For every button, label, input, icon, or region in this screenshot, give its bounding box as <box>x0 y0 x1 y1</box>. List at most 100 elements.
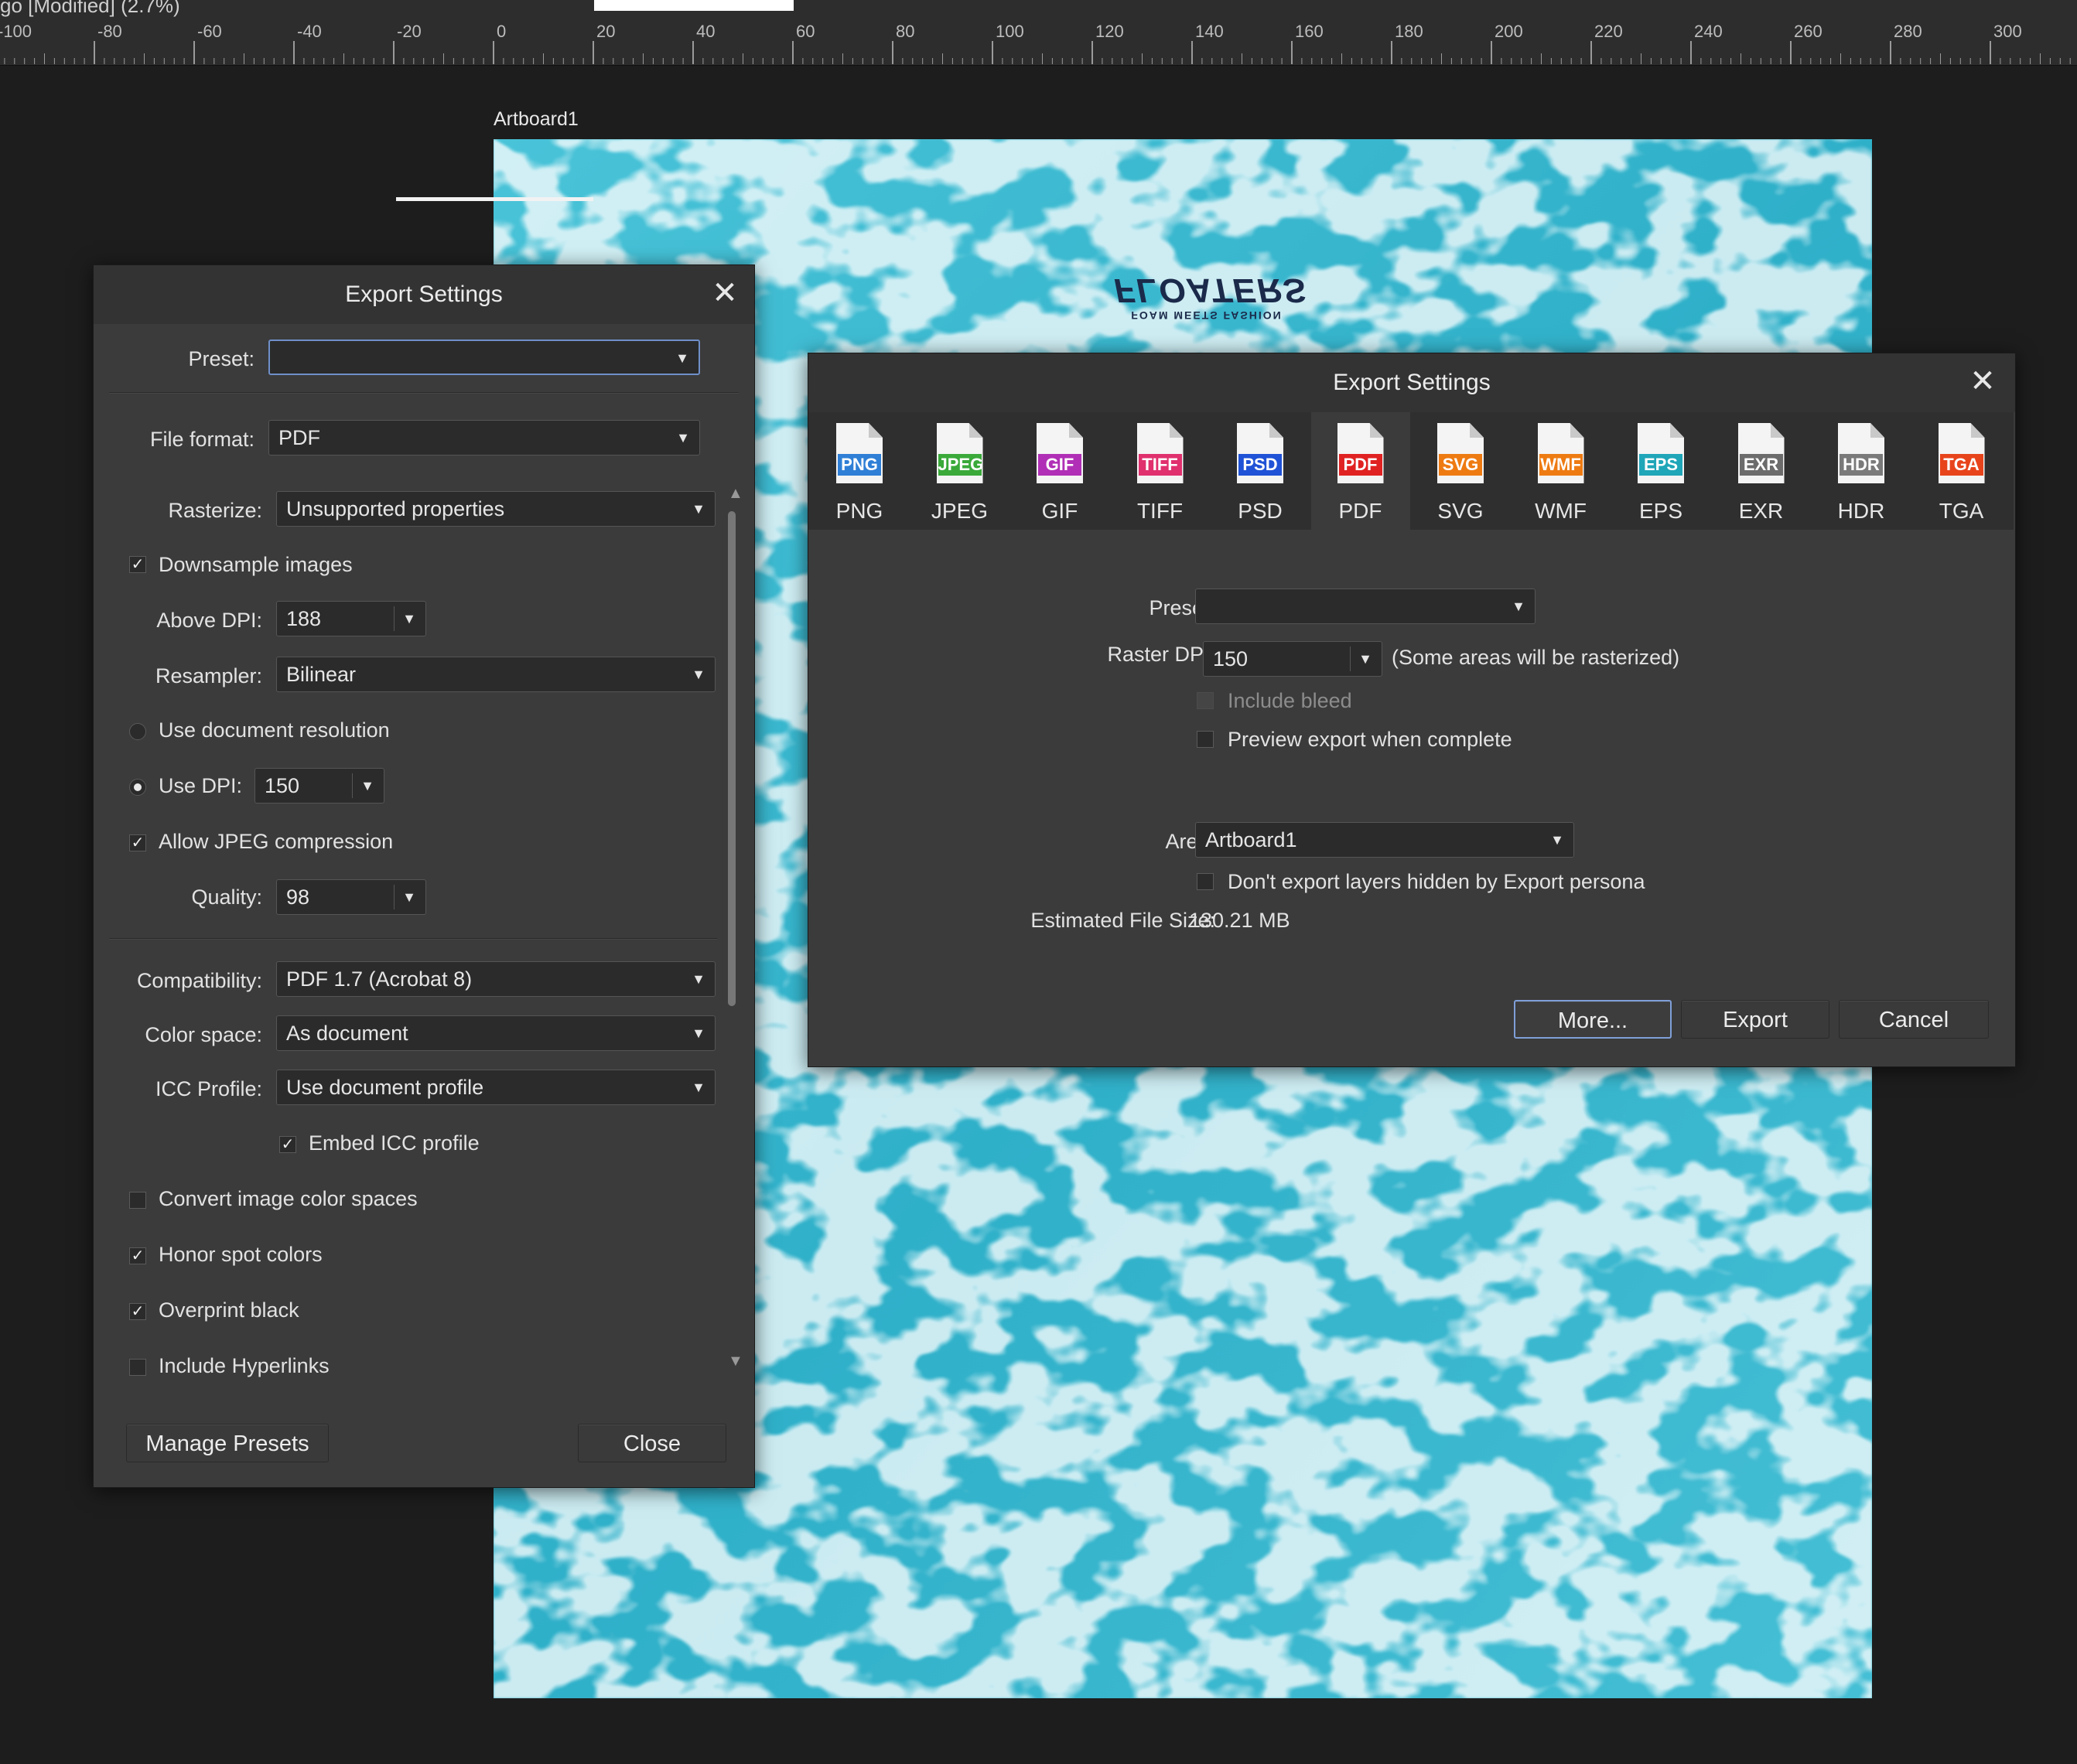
allow-jpeg-checkbox[interactable]: ✓ <box>129 834 146 851</box>
embed-icc-checkbox[interactable]: ✓ <box>279 1136 296 1153</box>
ruler-label: 60 <box>796 22 815 41</box>
format-tab-label: JPEG <box>931 499 989 523</box>
format-tab-label: WMF <box>1535 499 1587 523</box>
format-badge: WMF <box>1539 454 1583 476</box>
chevron-down-icon: ▼ <box>692 1080 705 1095</box>
format-tab-label: PDF <box>1338 499 1382 523</box>
use-dpi-combo[interactable]: 150 ▼ <box>255 768 384 804</box>
use-document-resolution-radio[interactable] <box>129 723 146 740</box>
format-tab-pdf[interactable]: PDF PDF <box>1310 412 1410 530</box>
scrollbar-thumb[interactable] <box>728 511 736 1006</box>
format-badge: EXR <box>1739 454 1783 476</box>
honor-spot-colors-checkbox[interactable]: ✓ <box>129 1247 146 1264</box>
document-title: go [Modified] (2.7%) <box>0 0 180 17</box>
area-dropdown[interactable]: Artboard1 ▼ <box>1195 822 1574 858</box>
raster-dpi-combo[interactable]: 150 ▼ <box>1203 641 1382 677</box>
ruler-label: -40 <box>297 22 322 41</box>
chevron-down-icon: ▼ <box>675 350 689 366</box>
format-tab-label: TIFF <box>1136 499 1184 523</box>
downsample-label: Downsample images <box>159 553 353 576</box>
resampler-label: Resampler: <box>155 664 262 688</box>
more-button[interactable]: More... <box>1514 1000 1672 1039</box>
eps-file-icon: EPS <box>1638 423 1684 483</box>
artboard-label[interactable]: Artboard1 <box>494 108 579 131</box>
ruler-label: 280 <box>1894 22 1922 41</box>
export-settings-dialog: Export Settings ✕ PNG PNG JPEG JPEG GIF GIF TI… <box>808 353 2016 1067</box>
format-tabs: PNG PNG JPEG JPEG GIF GIF TIFF TIFF PSD PSD PDF PDF… <box>808 412 2014 530</box>
chevron-down-icon: ▼ <box>360 778 374 793</box>
format-tab-gif[interactable]: GIF GIF <box>1010 412 1109 530</box>
brand-logo: FOAM MEETS FASHION FLOATERS <box>1114 260 1307 322</box>
close-button[interactable]: Close <box>578 1424 726 1462</box>
ruler-label: -80 <box>97 22 122 41</box>
format-tab-wmf[interactable]: WMF WMF <box>1512 412 1611 530</box>
include-hyperlinks-checkbox[interactable] <box>129 1359 146 1376</box>
format-tab-svg[interactable]: SVG SVG <box>1411 412 1510 530</box>
format-tab-jpeg[interactable]: JPEG JPEG <box>910 412 1009 530</box>
preset-dropdown[interactable]: ▼ <box>268 339 700 375</box>
icc-profile-dropdown[interactable]: Use document profile ▼ <box>276 1070 716 1105</box>
chevron-down-icon: ▼ <box>1550 832 1564 848</box>
downsample-checkbox[interactable]: ✓ <box>129 556 146 573</box>
ruler-label: 220 <box>1594 22 1623 41</box>
format-tab-hdr[interactable]: HDR HDR <box>1812 412 1911 530</box>
compatibility-dropdown[interactable]: PDF 1.7 (Acrobat 8) ▼ <box>276 961 716 997</box>
chevron-down-icon: ▼ <box>676 430 690 445</box>
use-document-resolution-label: Use document resolution <box>159 718 390 742</box>
overprint-black-label: Overprint black <box>159 1298 299 1322</box>
preset-dropdown[interactable]: ▼ <box>1195 589 1536 624</box>
ruler-label: 200 <box>1495 22 1523 41</box>
pdf-file-icon: PDF <box>1337 423 1384 483</box>
use-dpi-label: Use DPI: <box>159 774 243 797</box>
format-badge: SVG <box>1439 454 1482 476</box>
ruler-label: 80 <box>896 22 914 41</box>
svg-file-icon: SVG <box>1437 423 1484 483</box>
color-space-dropdown[interactable]: As document ▼ <box>276 1015 716 1051</box>
preview-export-checkbox[interactable] <box>1197 731 1214 748</box>
above-dpi-combo[interactable]: 188 ▼ <box>276 601 426 636</box>
file-format-dropdown[interactable]: PDF ▼ <box>268 420 700 456</box>
format-tab-psd[interactable]: PSD PSD <box>1211 412 1310 530</box>
cancel-button[interactable]: Cancel <box>1839 1000 1989 1039</box>
hdr-file-icon: HDR <box>1838 423 1884 483</box>
guide-line <box>396 197 593 201</box>
format-tab-png[interactable]: PNG PNG <box>810 412 909 530</box>
format-badge: PSD <box>1238 454 1282 476</box>
close-icon[interactable]: ✕ <box>1964 363 2001 400</box>
format-tab-eps[interactable]: EPS EPS <box>1611 412 1710 530</box>
include-bleed-checkbox[interactable] <box>1197 692 1214 709</box>
chevron-down-icon: ▼ <box>1512 599 1525 614</box>
raster-note: (Some areas will be rasterized) <box>1392 646 1680 669</box>
include-bleed-label: Include bleed <box>1228 689 1352 712</box>
use-dpi-radio[interactable] <box>129 779 146 796</box>
format-tab-label: PSD <box>1238 499 1283 523</box>
chevron-down-icon: ▼ <box>692 501 705 517</box>
close-icon[interactable]: ✕ <box>706 275 743 312</box>
icc-profile-label: ICC Profile: <box>155 1077 262 1100</box>
format-tab-tga[interactable]: TGA TGA <box>1912 412 2011 530</box>
hidden-layers-label: Don't export layers hidden by Export per… <box>1228 870 1645 893</box>
psd-file-icon: PSD <box>1237 423 1283 483</box>
format-tab-label: TGA <box>1939 499 1984 523</box>
format-badge: HDR <box>1840 454 1883 476</box>
export-button[interactable]: Export <box>1681 1000 1829 1039</box>
convert-color-spaces-checkbox[interactable] <box>129 1192 146 1209</box>
ruler-label: 40 <box>696 22 715 41</box>
format-tab-exr[interactable]: EXR EXR <box>1712 412 1811 530</box>
rasterize-dropdown[interactable]: Unsupported properties ▼ <box>276 491 716 527</box>
quality-combo[interactable]: 98 ▼ <box>276 879 426 915</box>
format-badge: TGA <box>1939 454 1983 476</box>
divider <box>109 392 739 394</box>
format-tab-tiff[interactable]: TIFF TIFF <box>1111 412 1210 530</box>
format-badge: PDF <box>1338 454 1382 476</box>
ruler-label: 100 <box>996 22 1024 41</box>
resampler-dropdown[interactable]: Bilinear ▼ <box>276 657 716 692</box>
scroll-up-icon[interactable]: ▲ <box>728 485 743 503</box>
format-tab-label: EXR <box>1738 499 1784 523</box>
scroll-down-icon[interactable]: ▼ <box>728 1353 743 1370</box>
overprint-black-checkbox[interactable]: ✓ <box>129 1303 146 1320</box>
hidden-layers-checkbox[interactable] <box>1197 873 1214 890</box>
manage-presets-button[interactable]: Manage Presets <box>126 1424 329 1462</box>
horizontal-ruler[interactable]: go [Modified] (2.7%) -100 -80 -60 -40 -20 0 20… <box>0 0 2077 66</box>
divider <box>109 938 717 940</box>
